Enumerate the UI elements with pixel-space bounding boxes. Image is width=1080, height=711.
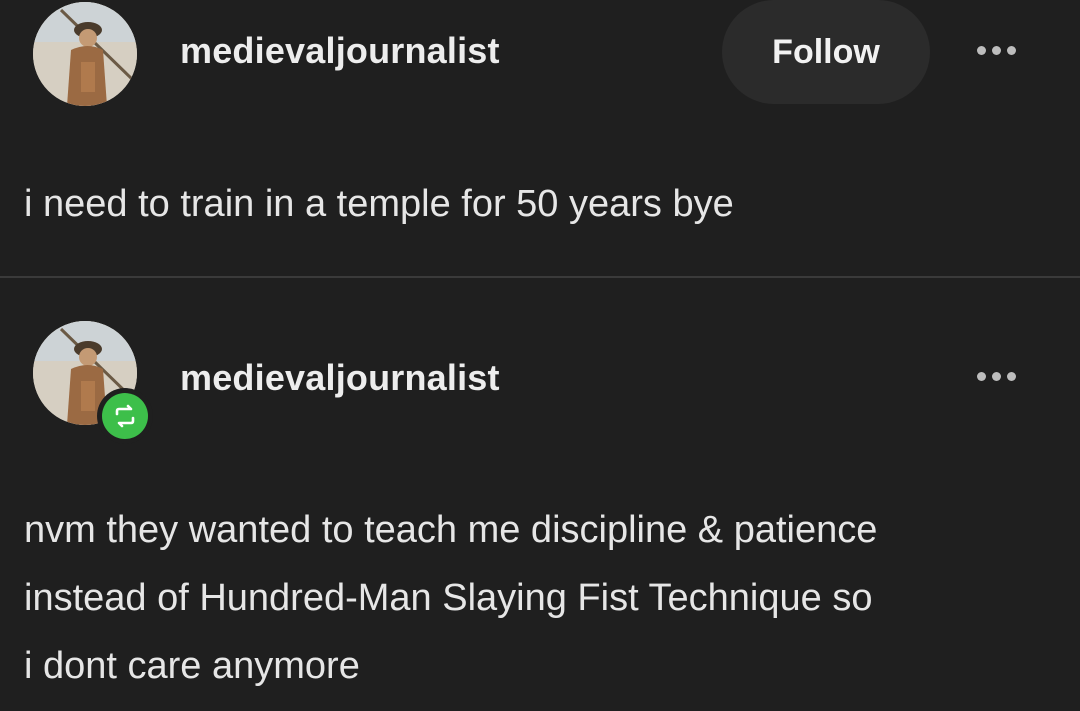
username[interactable]: medievaljournalist (180, 357, 500, 399)
post: medievaljournalist nvm they wanted to te… (0, 278, 1080, 711)
more-options-icon[interactable] (966, 30, 1026, 70)
reblog-icon (102, 393, 148, 439)
post-text-line: i dont care anymore (24, 645, 360, 687)
post: medievaljournalist Follow i need to trai… (0, 0, 1080, 276)
username[interactable]: medievaljournalist (180, 30, 500, 72)
post-body: i need to train in a temple for 50 years… (24, 170, 734, 238)
post-body: nvm they wanted to teach me discipline &… (24, 496, 877, 700)
post-text-line: nvm they wanted to teach me discipline &… (24, 509, 878, 551)
more-options-icon[interactable] (966, 356, 1026, 396)
post-text-line: i need to train in a temple for 50 years… (24, 183, 734, 225)
avatar-painting-icon (33, 2, 137, 106)
post-text-line: instead of Hundred-Man Slaying Fist Tech… (24, 577, 873, 619)
avatar[interactable] (33, 2, 137, 106)
reblog-badge (97, 388, 153, 444)
follow-button[interactable]: Follow (722, 0, 930, 104)
